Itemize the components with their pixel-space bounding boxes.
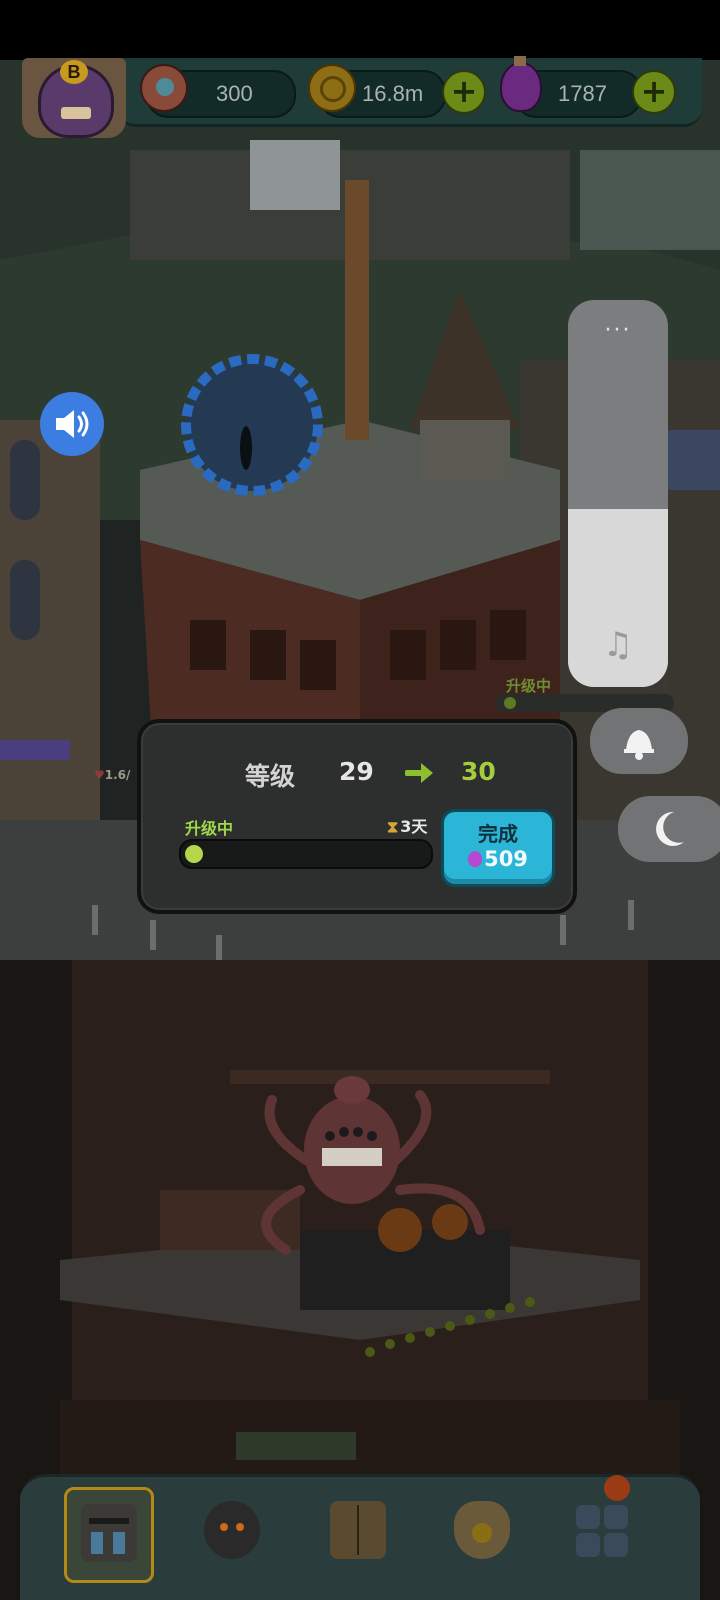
add-potions-button[interactable]: + xyxy=(632,70,676,114)
eyeball-icon xyxy=(140,64,188,112)
speaker-icon xyxy=(56,410,89,438)
upgrade-dialog: 等级 29 30 升级中 ⧗ 3天 完成 509 xyxy=(137,719,577,914)
nav-grid[interactable] xyxy=(560,1487,644,1577)
grid-icon xyxy=(574,1501,630,1559)
upgrade-progress-bar xyxy=(179,839,433,869)
monster-icon xyxy=(204,1501,260,1559)
sound-toggle-button[interactable] xyxy=(40,392,104,456)
volume-panel[interactable]: ··· ♫ xyxy=(568,300,668,687)
coin-count: 16.8m xyxy=(362,81,424,106)
night-mode-button[interactable] xyxy=(618,796,720,862)
nav-buildings[interactable] xyxy=(64,1487,154,1583)
potion-icon xyxy=(500,56,542,112)
arrow-right-icon xyxy=(405,763,433,783)
upgrade-timer: ⧗ 3天 xyxy=(387,817,428,836)
resource-bar: B 300 16.8m + 1787 + xyxy=(0,56,720,138)
upgrade-progress-fill xyxy=(185,845,203,863)
current-level: 29 xyxy=(339,757,374,786)
nav-bag[interactable] xyxy=(440,1487,524,1577)
moon-icon xyxy=(656,811,684,846)
more-menu-icon[interactable]: ··· xyxy=(568,318,668,343)
notification-mode-button[interactable] xyxy=(590,708,688,774)
background-upgrade-status: 升级中 xyxy=(506,677,552,695)
eye-count: 300 xyxy=(216,81,253,106)
book-icon xyxy=(330,1501,386,1559)
finish-cost: 509 xyxy=(444,847,552,871)
potion-icon xyxy=(468,851,483,867)
coin-icon xyxy=(308,64,356,112)
next-level: 30 xyxy=(461,757,496,786)
nav-monster[interactable] xyxy=(190,1487,274,1577)
bell-icon xyxy=(624,730,654,760)
notification-badge xyxy=(604,1475,630,1501)
potion-count: 1787 xyxy=(558,81,607,106)
nav-book[interactable] xyxy=(316,1487,400,1577)
player-avatar[interactable]: B xyxy=(22,58,126,138)
background-hp-label: ♥1.6/ xyxy=(94,768,131,782)
finish-button-label: 完成 xyxy=(478,822,518,846)
building-icon xyxy=(81,1504,137,1562)
avatar-badge: B xyxy=(60,60,88,84)
game-screen: 升级中 3天 ♥1.6/ B 300 16.8m + 1787 xyxy=(0,0,720,1600)
add-coins-button[interactable]: + xyxy=(442,70,486,114)
upgrade-status-label: 升级中 xyxy=(185,819,234,838)
finish-upgrade-button[interactable]: 完成 509 xyxy=(441,809,555,887)
coin-bag-icon xyxy=(454,1501,510,1559)
hourglass-icon: ⧗ xyxy=(387,817,399,836)
bottom-navigation xyxy=(20,1474,700,1600)
level-label: 等级 xyxy=(245,762,296,791)
music-note-icon: ♫ xyxy=(602,625,634,665)
